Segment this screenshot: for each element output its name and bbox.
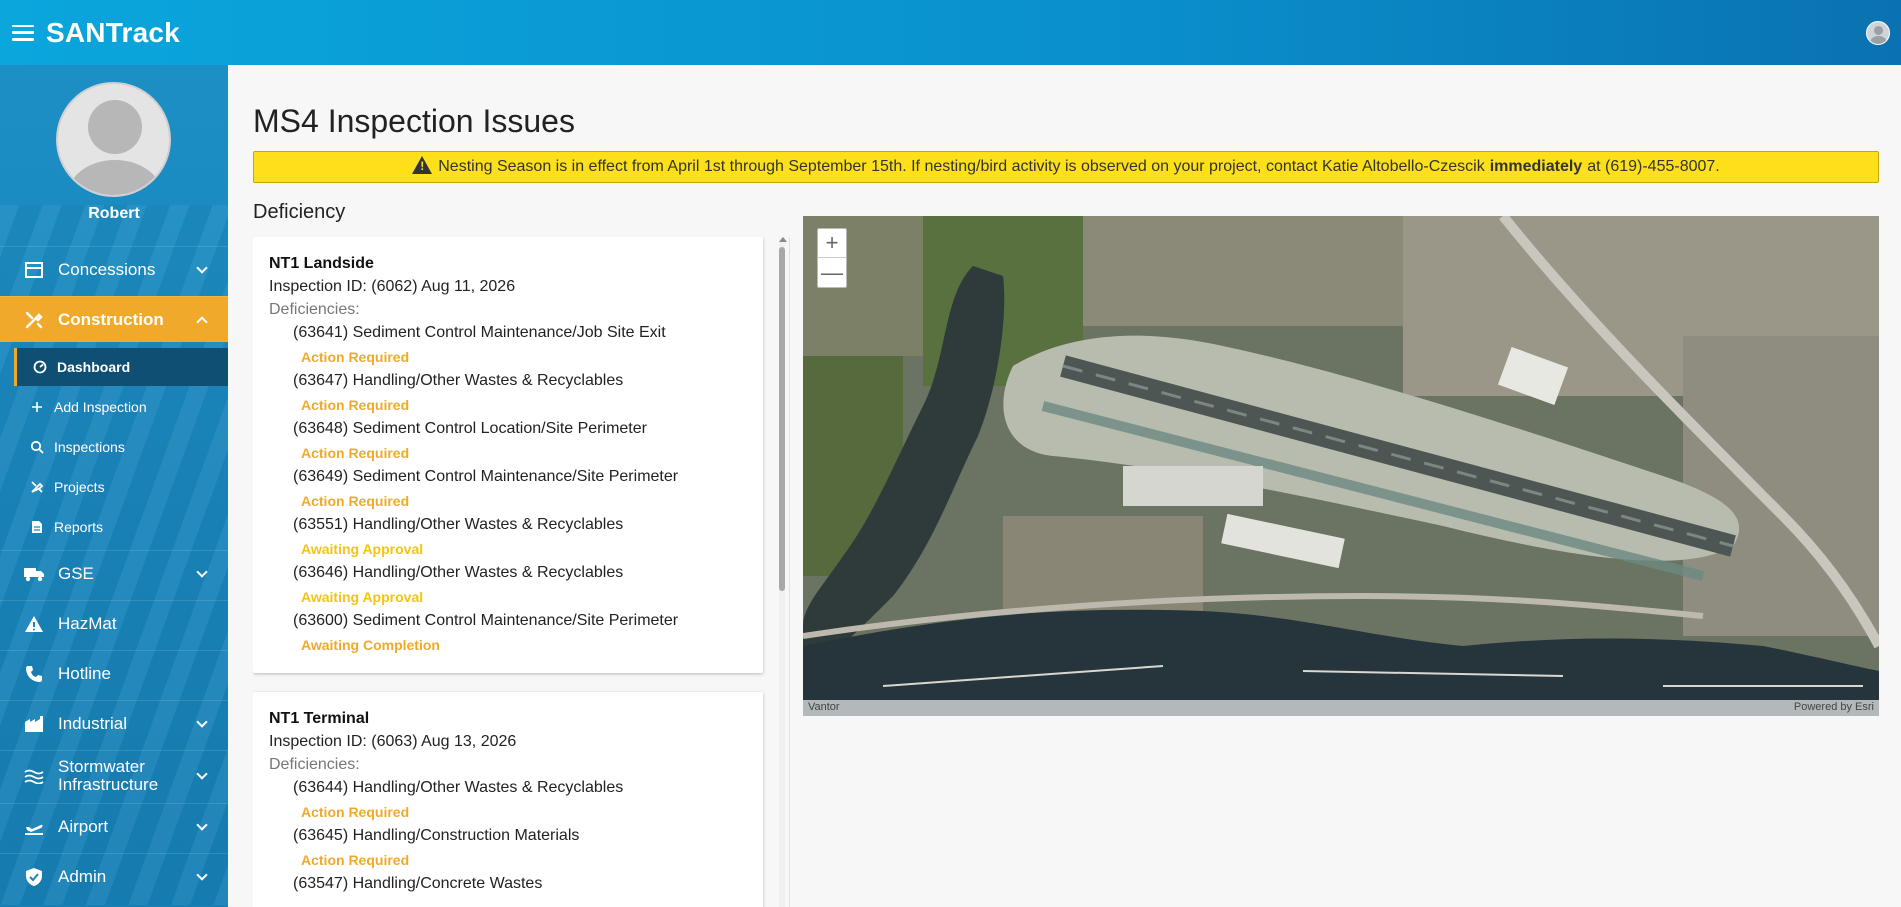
zoom-in-button[interactable]: + xyxy=(818,229,846,258)
chevron-down-icon xyxy=(196,716,208,728)
inspection-id: Inspection ID: (6063) Aug 13, 2026 xyxy=(269,733,517,750)
attribution-right[interactable]: Powered by Esri xyxy=(1794,701,1874,713)
sidebar: Robert Concessions Construction Dashboar… xyxy=(0,65,228,907)
status-badge: Awaiting Approval xyxy=(301,589,424,605)
deficiency-item[interactable]: (63647) Handling/Other Wastes & Recyclab… xyxy=(269,369,747,393)
inspection-card[interactable]: NT1 Landside Inspection ID: (6062) Aug 1… xyxy=(253,237,763,673)
truck-icon xyxy=(22,562,46,586)
deficiency-item[interactable]: (63649) Sediment Control Maintenance/Sit… xyxy=(269,465,747,489)
deficiency-item[interactable]: (63600) Sediment Control Maintenance/Sit… xyxy=(269,609,747,633)
user-account-icon[interactable] xyxy=(1866,21,1890,45)
status-badge: Action Required xyxy=(301,349,410,365)
app-title[interactable]: SANTrack xyxy=(46,17,180,49)
status-badge: Awaiting Approval xyxy=(301,541,424,557)
shield-icon xyxy=(22,865,46,889)
water-icon xyxy=(22,764,46,788)
deficiency-item[interactable]: (63641) Sediment Control Maintenance/Job… xyxy=(269,321,747,345)
search-icon xyxy=(28,440,46,454)
attribution-left: Vantor xyxy=(808,701,840,713)
phone-icon xyxy=(22,662,46,686)
sidebar-item-industrial[interactable]: Industrial xyxy=(0,700,228,746)
sidebar-item-construction[interactable]: Construction xyxy=(0,296,228,342)
deficiency-item[interactable]: (63648) Sediment Control Location/Site P… xyxy=(269,417,747,441)
store-icon xyxy=(22,258,46,282)
deficiency-item[interactable]: (63645) Handling/Construction Materials xyxy=(269,824,747,848)
zoom-control: + — xyxy=(817,228,847,288)
sidebar-item-admin[interactable]: Admin xyxy=(0,853,228,899)
satellite-map[interactable]: + — Vantor Powered by Esri xyxy=(803,216,1879,716)
sidebar-sub-dashboard[interactable]: Dashboard xyxy=(14,348,228,386)
sidebar-sub-reports[interactable]: Reports xyxy=(14,508,228,546)
industry-icon xyxy=(22,712,46,736)
tools-icon xyxy=(28,480,46,494)
chevron-down-icon xyxy=(196,768,208,780)
chevron-down-icon xyxy=(196,566,208,578)
username: Robert xyxy=(88,205,140,222)
warning-icon xyxy=(22,612,46,636)
inspection-id: Inspection ID: (6062) Aug 11, 2026 xyxy=(269,278,516,295)
deficiency-item[interactable]: (63551) Handling/Other Wastes & Recyclab… xyxy=(269,513,747,537)
deficiencies-label: Deficiencies: xyxy=(269,756,360,773)
map-attribution: Vantor Powered by Esri xyxy=(803,700,1879,716)
status-badge: Action Required xyxy=(301,397,410,413)
status-badge: Action Required xyxy=(301,852,410,868)
chevron-up-icon xyxy=(196,316,208,328)
deficiency-list: NT1 Landside Inspection ID: (6062) Aug 1… xyxy=(253,237,776,907)
menu-icon[interactable] xyxy=(12,24,34,41)
chevron-down-icon xyxy=(196,869,208,881)
chevron-down-icon xyxy=(196,262,208,274)
status-badge: Action Required xyxy=(301,493,410,509)
chevron-down-icon xyxy=(196,819,208,831)
sidebar-sub-add-inspection[interactable]: Add Inspection xyxy=(14,388,228,426)
document-icon xyxy=(28,520,46,534)
sidebar-item-hazmat[interactable]: HazMat xyxy=(0,600,228,646)
zoom-out-button[interactable]: — xyxy=(818,258,846,287)
main-content: MS4 Inspection Issues Nesting Season is … xyxy=(228,65,1901,907)
top-bar: SANTrack xyxy=(0,0,1901,65)
deficiency-item[interactable]: (63646) Handling/Other Wastes & Recyclab… xyxy=(269,561,747,585)
inspection-card[interactable]: NT1 Terminal Inspection ID: (6063) Aug 1… xyxy=(253,692,763,907)
avatar[interactable] xyxy=(56,82,171,197)
status-badge: Action Required xyxy=(301,804,410,820)
section-title: Deficiency xyxy=(253,201,346,223)
sidebar-item-stormwater-infrastructure[interactable]: Stormwater Infrastructure xyxy=(0,750,228,800)
sidebar-item-concessions[interactable]: Concessions xyxy=(0,246,228,292)
warning-icon xyxy=(412,156,433,174)
sidebar-item-hotline[interactable]: Hotline xyxy=(0,650,228,696)
map-imagery xyxy=(803,216,1879,716)
plane-icon xyxy=(22,815,46,839)
sidebar-sub-inspections[interactable]: Inspections xyxy=(14,428,228,466)
sidebar-sub-projects[interactable]: Projects xyxy=(14,468,228,506)
tools-icon xyxy=(22,308,46,332)
page-title: MS4 Inspection Issues xyxy=(253,103,575,139)
status-badge: Action Required xyxy=(301,445,410,461)
deficiency-item[interactable]: (63547) Handling/Concrete Wastes xyxy=(269,872,747,896)
gauge-icon xyxy=(31,360,49,374)
nesting-season-alert: Nesting Season is in effect from April 1… xyxy=(253,151,1879,183)
deficiencies-label: Deficiencies: xyxy=(269,301,360,318)
plus-icon xyxy=(28,401,46,413)
card-title: NT1 Terminal xyxy=(269,710,370,727)
scrollbar-thumb[interactable] xyxy=(779,247,785,591)
deficiency-item[interactable]: (63644) Handling/Other Wastes & Recyclab… xyxy=(269,776,747,800)
card-title: NT1 Landside xyxy=(269,255,374,272)
sidebar-item-airport[interactable]: Airport xyxy=(0,803,228,849)
status-badge: Awaiting Completion xyxy=(301,637,440,653)
list-scrollbar[interactable] xyxy=(777,237,787,907)
sidebar-item-gse[interactable]: GSE xyxy=(0,550,228,596)
